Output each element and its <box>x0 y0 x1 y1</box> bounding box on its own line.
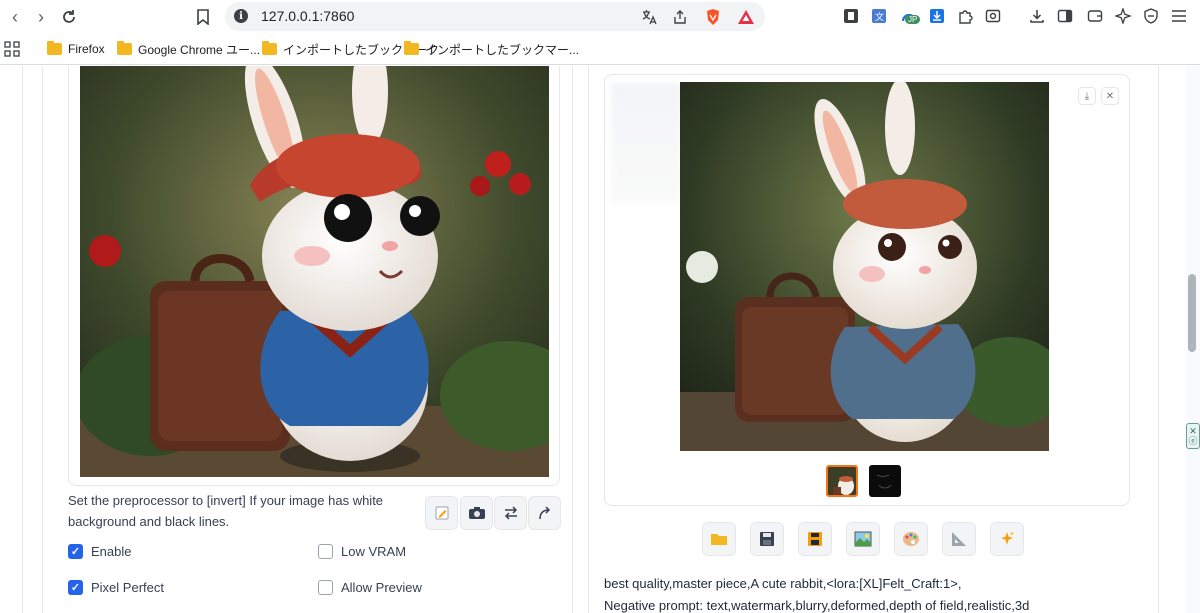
panel-border <box>22 66 23 613</box>
wallet-icon[interactable] <box>1085 6 1105 26</box>
bookmark-star-icon[interactable] <box>192 6 214 28</box>
bookmark-imported-2[interactable]: インポートしたブックマー... <box>404 40 579 58</box>
brave-rewards-icon[interactable] <box>736 7 756 27</box>
send-to-extras-button[interactable] <box>942 522 976 556</box>
translate-icon[interactable] <box>639 7 659 27</box>
preprocessor-hint: Set the preprocessor to [invert] If your… <box>68 493 384 529</box>
address-bar[interactable]: i 127.0.0.1:7860 <box>225 2 765 31</box>
checkbox-unchecked-icon[interactable] <box>318 544 333 559</box>
checkbox-label: Low VRAM <box>341 544 407 559</box>
low-vram-checkbox[interactable]: Low VRAM <box>318 544 406 559</box>
leo-ai-icon[interactable] <box>1113 6 1133 26</box>
bookmarks-bar: Firefox Google Chrome ユー... インポートしたブックマー… <box>0 33 1200 65</box>
output-image[interactable] <box>680 82 1049 451</box>
checkbox-label: Allow Preview <box>341 580 422 595</box>
downloads-icon[interactable] <box>1027 6 1047 26</box>
folder-icon <box>262 41 277 55</box>
panel-border <box>42 66 43 613</box>
site-info-icon[interactable]: i <box>234 9 248 23</box>
webui-page: Set the preprocessor to [invert] If your… <box>0 66 1200 613</box>
send-to-inpaint-button[interactable] <box>894 522 928 556</box>
save-button[interactable] <box>750 522 784 556</box>
brave-shield-icon[interactable] <box>703 7 723 27</box>
screenshot-extension-icon[interactable] <box>983 6 1003 26</box>
checkbox-checked-icon[interactable]: ✓ <box>68 580 83 595</box>
checkbox-label: Enable <box>91 544 132 559</box>
gallery-thumbnail[interactable] <box>869 465 901 497</box>
pixel-perfect-checkbox[interactable]: ✓ Pixel Perfect <box>68 580 164 595</box>
apps-grid-icon[interactable] <box>4 40 20 58</box>
panel-border <box>572 66 573 613</box>
checkbox-unchecked-icon[interactable] <box>318 580 333 595</box>
svg-text:文: 文 <box>875 11 884 23</box>
blurred-preview <box>611 83 681 203</box>
menu-icon[interactable] <box>1169 6 1189 26</box>
browser-toolbar: ‹ › i 127.0.0.1:7860 文 JP <box>0 0 1200 33</box>
controlnet-input-image[interactable] <box>80 66 549 477</box>
profile-extension-icon[interactable]: JP <box>899 6 921 26</box>
extensions-puzzle-icon[interactable] <box>955 6 975 26</box>
profile-badge: JP <box>905 15 921 24</box>
bookmark-google-chrome[interactable]: Google Chrome ユー... <box>117 40 260 58</box>
output-gallery: ⤓ ✕ <box>604 74 1130 506</box>
generation-prompt: best quality,master piece,A cute rabbit,… <box>604 576 962 591</box>
folder-icon <box>47 41 62 55</box>
folder-icon <box>404 41 419 55</box>
scrollbar-thumb[interactable] <box>1188 274 1196 352</box>
extension-shield-icon[interactable] <box>841 6 861 26</box>
enable-checkbox[interactable]: ✓ Enable <box>68 544 131 559</box>
reload-icon[interactable] <box>58 6 80 28</box>
sidebar-toggle-icon[interactable] <box>1055 6 1075 26</box>
panel-border <box>588 66 589 613</box>
checkbox-label: Pixel Perfect <box>91 580 164 595</box>
zip-button[interactable] <box>798 522 832 556</box>
bookmark-firefox[interactable]: Firefox <box>47 40 105 58</box>
forward-icon[interactable]: › <box>30 6 52 28</box>
vpn-shield-icon[interactable] <box>1141 6 1161 26</box>
share-icon[interactable] <box>670 7 690 27</box>
sidebar-extension-icon[interactable]: ✕ ⓔ <box>1186 423 1200 449</box>
edit-button[interactable] <box>425 496 458 530</box>
open-folder-button[interactable] <box>702 522 736 556</box>
send-to-img2img-button[interactable] <box>846 522 880 556</box>
extra-networks-button[interactable] <box>990 522 1024 556</box>
close-icon[interactable]: ✕ <box>1189 426 1197 436</box>
camera-button[interactable] <box>460 496 493 530</box>
panel-border <box>1158 66 1159 613</box>
back-icon[interactable]: ‹ <box>4 6 26 28</box>
folder-icon <box>117 41 132 55</box>
bookmark-label: Google Chrome ユー... <box>138 42 261 57</box>
download-extension-icon[interactable] <box>927 6 947 26</box>
gallery-thumbnail-selected[interactable] <box>826 465 858 497</box>
translate-extension-icon[interactable]: 文 <box>869 6 889 26</box>
allow-preview-checkbox[interactable]: Allow Preview <box>318 580 422 595</box>
bookmark-label: インポートしたブックマー... <box>425 42 580 57</box>
bookmark-label: Firefox <box>68 42 105 56</box>
download-icon[interactable]: ⤓ <box>1078 87 1096 105</box>
send-dimensions-button[interactable] <box>528 496 561 530</box>
edge-e-icon: ⓔ <box>1188 436 1198 446</box>
swap-dimensions-button[interactable] <box>494 496 527 530</box>
checkbox-checked-icon[interactable]: ✓ <box>68 544 83 559</box>
close-icon[interactable]: ✕ <box>1101 87 1119 105</box>
negative-prompt: Negative prompt: text,watermark,blurry,d… <box>604 598 1030 613</box>
url-text[interactable]: 127.0.0.1:7860 <box>261 8 354 24</box>
